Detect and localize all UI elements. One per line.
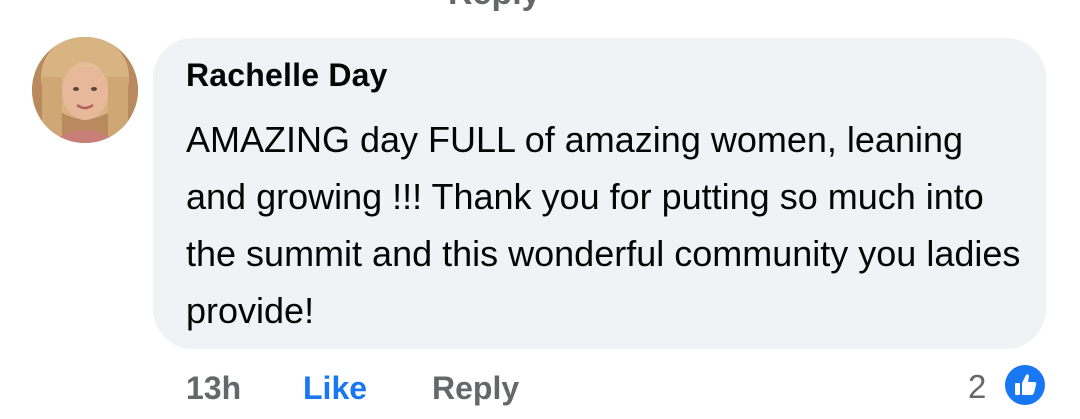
reaction-count: 2 — [968, 368, 987, 405]
avatar[interactable] — [32, 37, 138, 143]
user-avatar-icon — [32, 37, 138, 143]
comment-view: Reply Rachelle Day AMAZING day FULL of a… — [0, 0, 1080, 419]
comment-author[interactable]: Rachelle Day — [186, 57, 388, 94]
comment-timestamp[interactable]: 13h — [186, 370, 241, 407]
previous-reply-link[interactable]: Reply — [448, 0, 541, 13]
reply-button[interactable]: Reply — [432, 370, 519, 407]
like-button[interactable]: Like — [303, 370, 367, 407]
comment-text: AMAZING day FULL of amazing women, leani… — [186, 119, 1021, 331]
thumbs-up-icon — [1002, 362, 1048, 408]
